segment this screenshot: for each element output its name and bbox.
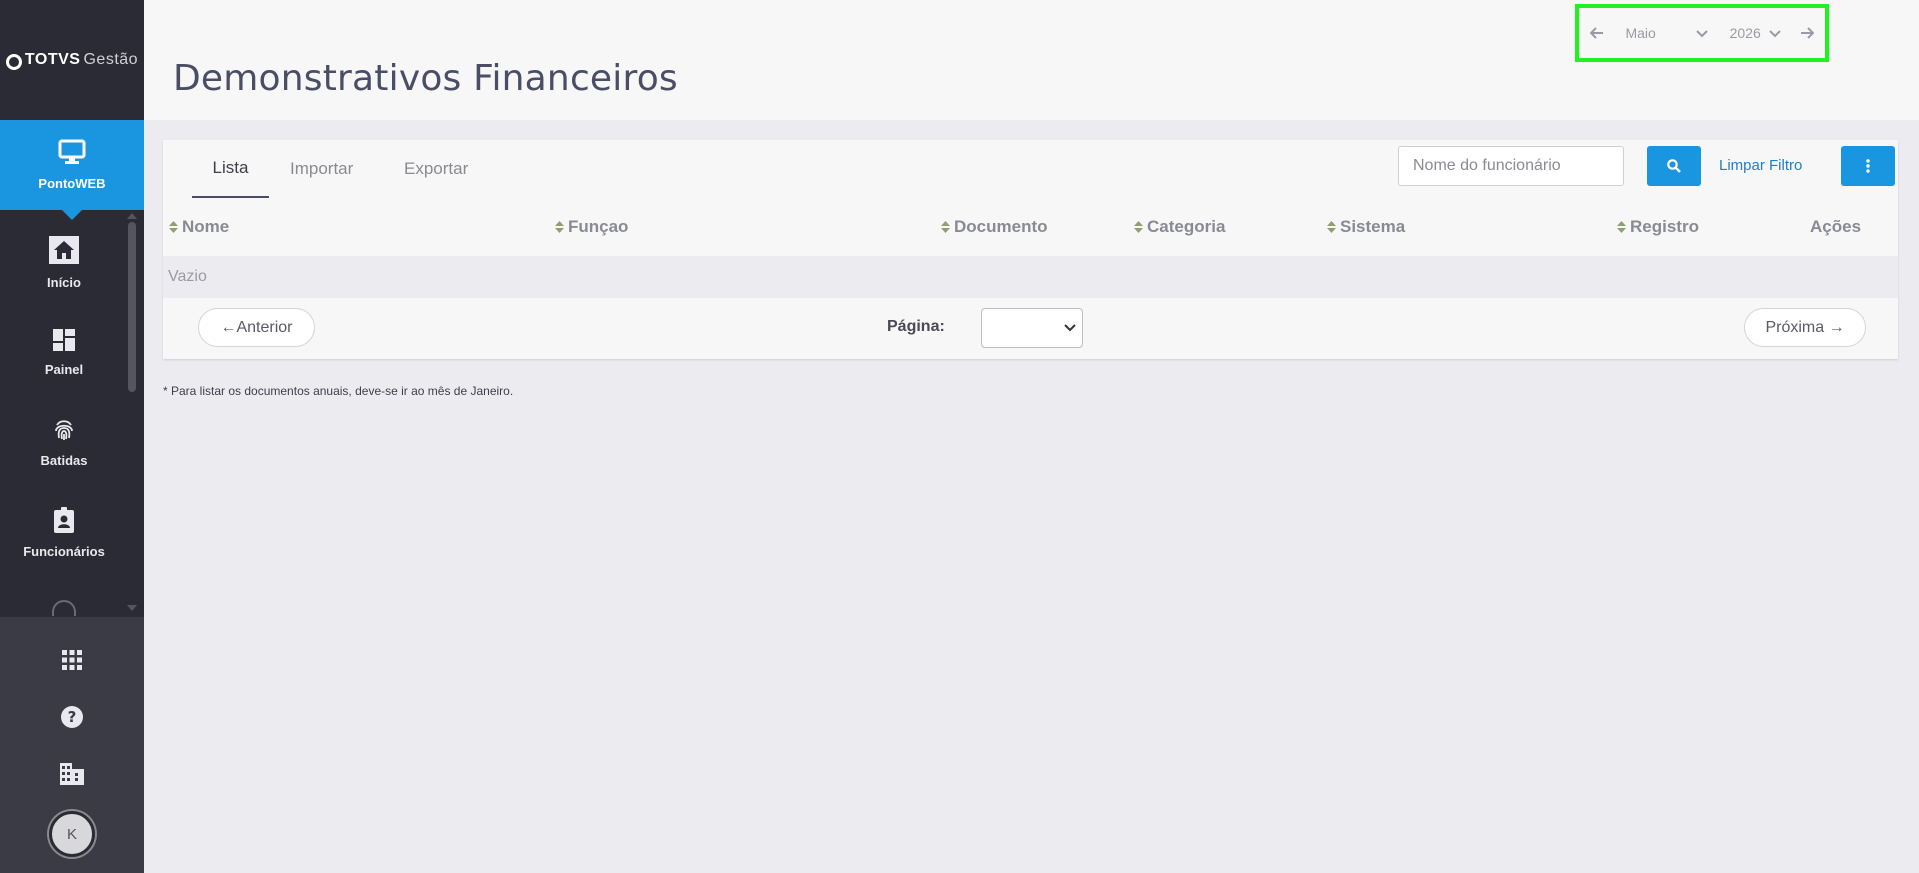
page-label: Página: [887, 318, 945, 335]
sidebar-item-label: Início [47, 275, 81, 290]
previous-page-button[interactable]: ←Anterior [198, 308, 315, 347]
next-page-label: Próxima → [1765, 318, 1845, 336]
page-title: Demonstrativos Financeiros [173, 58, 678, 99]
help-icon[interactable]: ? [52, 697, 92, 737]
employee-search-input[interactable] [1398, 146, 1624, 186]
id-badge-icon [54, 507, 74, 536]
page-header: Demonstrativos Financeiros Maio 2026 [144, 0, 1919, 120]
sort-icon [941, 221, 950, 233]
column-header-funcao[interactable]: Funçao [555, 198, 628, 256]
year-select[interactable]: 2026 [1730, 25, 1781, 41]
scroll-down-arrow[interactable] [127, 605, 137, 611]
sidebar-item-funcionarios[interactable]: Funcionários [0, 488, 128, 578]
apps-grid-icon[interactable] [52, 640, 92, 680]
year-value: 2026 [1729, 25, 1761, 41]
pagination: ←Anterior Página: Próxima → [163, 298, 1898, 359]
column-label: Ações [1810, 217, 1862, 236]
search-button[interactable] [1647, 146, 1701, 186]
column-label: Registro [1630, 217, 1699, 236]
totvs-logo-icon [5, 54, 22, 70]
totvs-logo[interactable]: TOTVS Gestão [0, 0, 144, 120]
documents-card: Lista Importar Exportar Limpar Filtro No… [163, 140, 1898, 359]
page-number-select[interactable] [981, 308, 1083, 348]
monitor-icon [58, 139, 86, 168]
sidebar-item-pontoweb[interactable]: PontoWEB [0, 120, 144, 220]
search-icon [1667, 159, 1681, 173]
clear-filter-link[interactable]: Limpar Filtro [1719, 157, 1802, 174]
sidebar-item-label: Batidas [40, 453, 88, 468]
month-value: Maio [1625, 25, 1656, 41]
table-header: Nome Funçao Documento Categoria Sistema … [163, 198, 1898, 256]
column-label: Documento [954, 217, 1048, 236]
next-month-arrow-icon[interactable] [1799, 27, 1815, 39]
column-header-nome[interactable]: Nome [169, 198, 229, 256]
chevron-down-icon [1064, 324, 1076, 332]
previous-page-label: ←Anterior [220, 318, 293, 336]
avatar-initial: K [66, 825, 77, 843]
empty-table-row: Vazio [163, 256, 1898, 298]
sort-icon [1617, 221, 1626, 233]
logo-bold-text: TOTVS [24, 51, 81, 68]
chevron-down-icon [1695, 25, 1708, 41]
column-label: Funçao [568, 217, 629, 236]
clock-icon[interactable] [52, 600, 76, 616]
vertical-dots-icon [1866, 159, 1870, 173]
column-label: Nome [182, 217, 230, 236]
sidebar-item-label: Painel [44, 362, 84, 377]
company-building-icon[interactable] [52, 754, 92, 794]
user-avatar[interactable]: K [49, 811, 95, 857]
tab-label: Importar [290, 159, 354, 178]
tab-lista[interactable]: Lista [192, 140, 269, 198]
column-header-acoes: Ações [1810, 198, 1861, 256]
sidebar-item-label: Funcionários [23, 544, 105, 559]
column-label: Categoria [1147, 217, 1226, 236]
sidebar-item-label: PontoWEB [38, 176, 106, 191]
sort-icon [169, 221, 178, 233]
tab-importar[interactable]: Importar [290, 140, 353, 198]
sidebar-item-inicio[interactable]: Início [0, 218, 128, 308]
sort-icon [1134, 221, 1143, 233]
sidebar-scrollbar[interactable] [128, 222, 136, 392]
fingerprint-icon [52, 418, 76, 445]
next-page-button[interactable]: Próxima → [1744, 308, 1866, 347]
column-header-sistema[interactable]: Sistema [1327, 198, 1405, 256]
sidebar-item-batidas[interactable]: Batidas [0, 398, 128, 488]
chevron-down-icon [1768, 25, 1781, 41]
previous-month-arrow-icon[interactable] [1589, 27, 1605, 39]
logo-light-text: Gestão [83, 51, 139, 68]
tab-label: Lista [212, 158, 249, 177]
column-header-documento[interactable]: Documento [941, 198, 1048, 256]
empty-text: Vazio [168, 268, 207, 285]
more-options-button[interactable] [1841, 146, 1895, 186]
svg-text:?: ? [68, 708, 77, 726]
dashboard-icon [53, 329, 75, 354]
column-header-registro[interactable]: Registro [1617, 198, 1699, 256]
period-selector: Maio 2026 [1575, 4, 1829, 62]
column-header-categoria[interactable]: Categoria [1134, 198, 1225, 256]
sidebar-item-painel[interactable]: Painel [0, 308, 128, 398]
sort-icon [555, 221, 564, 233]
sidebar: TOTVS Gestão PontoWEB Início Painel Bati… [0, 0, 144, 873]
month-select[interactable]: Maio [1625, 25, 1708, 41]
tab-exportar[interactable]: Exportar [404, 140, 468, 198]
column-label: Sistema [1340, 217, 1406, 236]
scroll-up-arrow[interactable] [127, 213, 137, 219]
sort-icon [1327, 221, 1336, 233]
tab-label: Exportar [404, 159, 469, 178]
annual-documents-footnote: * Para listar os documentos anuais, deve… [163, 384, 514, 398]
home-icon [49, 236, 79, 267]
